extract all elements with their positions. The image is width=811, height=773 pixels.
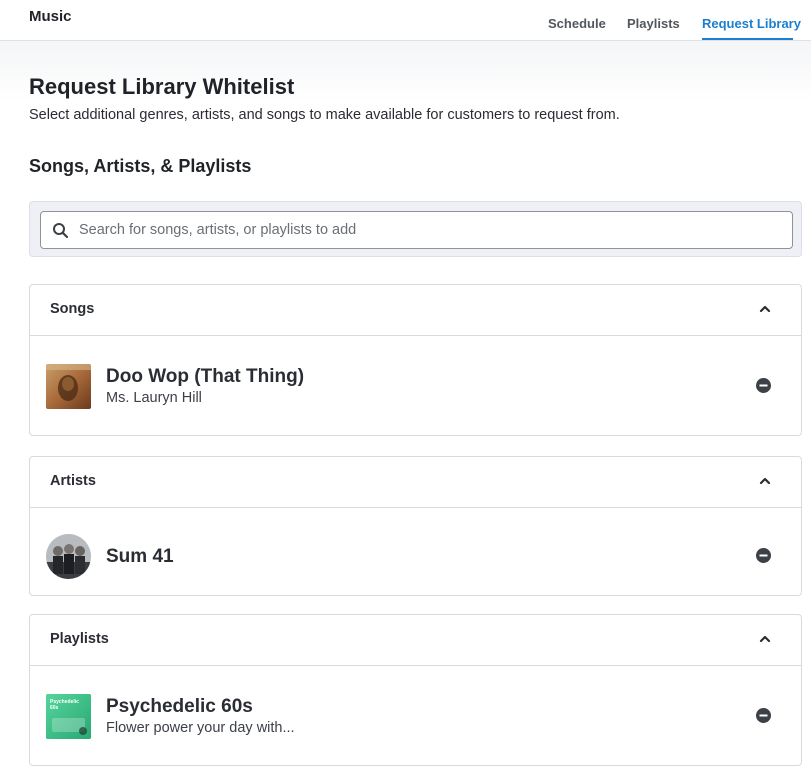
songs-card-label: Songs (50, 301, 95, 317)
songs-card: Songs Doo Wop (That Thing) Ms. Lauryn Hi… (29, 284, 802, 436)
playlists-card: Playlists Psychedelic 60s Psychedelic 60… (29, 614, 802, 766)
remove-circle-icon[interactable] (756, 548, 771, 563)
artists-card-header[interactable]: Artists (30, 457, 801, 508)
artist-photo (46, 534, 91, 579)
active-tab-indicator (702, 38, 793, 40)
chevron-up-icon[interactable] (758, 634, 772, 644)
artists-card-label: Artists (50, 473, 96, 489)
album-art (46, 364, 91, 409)
song-artist: Ms. Lauryn Hill (106, 390, 202, 406)
search-container (29, 201, 802, 257)
app-title: Music (29, 8, 72, 25)
tab-request-library[interactable]: Request Library (702, 16, 801, 31)
search-input[interactable] (79, 212, 779, 248)
chevron-up-icon[interactable] (758, 476, 772, 486)
tab-playlists[interactable]: Playlists (627, 16, 680, 31)
remove-circle-icon[interactable] (756, 708, 771, 723)
search-box[interactable] (40, 211, 793, 249)
playlist-title: Psychedelic 60s (106, 696, 253, 717)
list-item: Sum 41 (30, 508, 801, 595)
tab-schedule[interactable]: Schedule (548, 16, 606, 31)
artists-card: Artists Sum 41 (29, 456, 802, 596)
playlist-description: Flower power your day with... (106, 720, 295, 736)
playlists-card-header[interactable]: Playlists (30, 615, 801, 666)
chevron-up-icon[interactable] (758, 304, 772, 314)
remove-circle-icon[interactable] (756, 378, 771, 393)
song-title: Doo Wop (That Thing) (106, 366, 305, 387)
playlists-card-label: Playlists (50, 631, 109, 647)
top-bar: Music Schedule Playlists Request Library (0, 0, 811, 41)
search-icon (53, 223, 69, 239)
playlist-cover-text: Psychedelic 60s (50, 699, 79, 711)
artist-name: Sum 41 (106, 546, 174, 567)
page-description: Select additional genres, artists, and s… (29, 107, 620, 123)
page-title: Request Library Whitelist (29, 74, 295, 99)
playlist-cover: Psychedelic 60s (46, 694, 91, 739)
list-item: Psychedelic 60s Psychedelic 60s Flower p… (30, 666, 801, 765)
list-item: Doo Wop (That Thing) Ms. Lauryn Hill (30, 336, 801, 435)
songs-card-header[interactable]: Songs (30, 285, 801, 336)
section-title: Songs, Artists, & Playlists (29, 156, 252, 176)
